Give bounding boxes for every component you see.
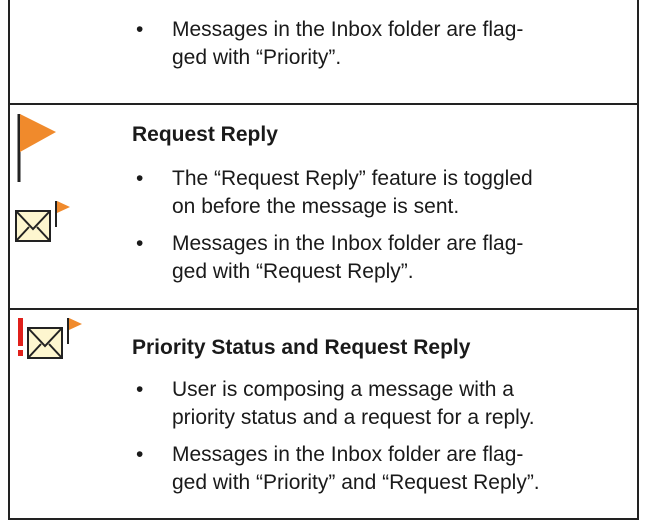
bullet-glyph: • bbox=[136, 378, 144, 401]
row-divider bbox=[10, 308, 637, 310]
bullet-glyph: • bbox=[136, 18, 144, 41]
list-item-text: The “Request Reply” feature is toggled o… bbox=[172, 167, 533, 218]
list-item-text: Messages in the Inbox folder are flag- g… bbox=[172, 232, 524, 283]
priority-envelope-flag-icon bbox=[18, 318, 82, 359]
list-item-text: User is composing a message with a prior… bbox=[172, 378, 535, 429]
bullet-glyph: • bbox=[136, 167, 144, 190]
bullet-glyph: • bbox=[136, 443, 144, 466]
list-item: • Messages in the Inbox folder are flag-… bbox=[132, 16, 642, 72]
list-item-text: Messages in the Inbox folder are flag- g… bbox=[172, 18, 524, 69]
section-heading: Request Reply bbox=[132, 123, 278, 146]
list-item: • Messages in the Inbox folder are flag-… bbox=[132, 230, 642, 286]
section-heading: Priority Status and Request Reply bbox=[132, 336, 471, 359]
bullet-glyph: • bbox=[136, 232, 144, 255]
envelope-flag-icon bbox=[15, 201, 70, 242]
list-item: • The “Request Reply” feature is toggled… bbox=[132, 165, 642, 221]
row-divider bbox=[10, 103, 637, 105]
list-item-text: Messages in the Inbox folder are flag- g… bbox=[172, 443, 540, 494]
orange-flag-icon bbox=[17, 114, 56, 182]
list-item: • Messages in the Inbox folder are flag-… bbox=[132, 441, 642, 497]
document-table: • Messages in the Inbox folder are flag-… bbox=[8, 0, 639, 520]
list-item: • User is composing a message with a pri… bbox=[132, 376, 642, 432]
